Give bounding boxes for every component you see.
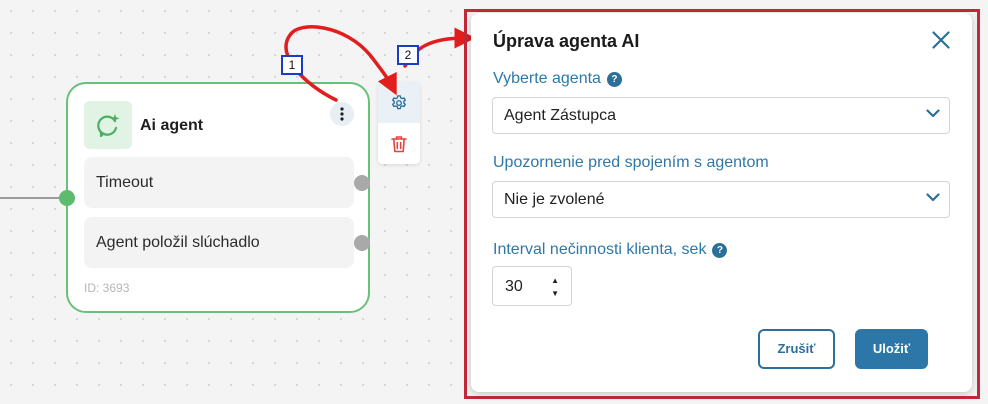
help-icon[interactable]: ? (712, 242, 728, 258)
node-toolbar (378, 82, 420, 164)
panel-title: Úprava agenta AI (493, 31, 640, 51)
annotation-badge-1: 1 (281, 55, 303, 75)
notify-select-value: Nie je zvolené (504, 191, 605, 208)
interval-field-label: Interval nečinnosti klienta, sek ? (493, 241, 728, 259)
save-button[interactable]: Uložiť (855, 329, 928, 369)
outlet-agent-hung-up: Agent položil slúchadlo (84, 217, 370, 268)
agent-select-value: Agent Zástupca (504, 107, 617, 124)
notify-label-text: Upozornenie pred spojením s agentom (493, 154, 769, 171)
agent-select[interactable]: Agent Zástupca (492, 97, 950, 134)
interval-label-text: Interval nečinnosti klienta, sek (493, 241, 707, 258)
ai-agent-node[interactable]: Ai agent Timeout Agent položil slúchadlo… (66, 82, 370, 313)
outlet-timeout: Timeout (84, 157, 370, 208)
ai-agent-icon (84, 101, 132, 149)
stepper-arrows-icon[interactable]: ▲ ▼ (551, 274, 559, 300)
annotation-badge-2: 2 (397, 45, 419, 65)
trash-icon[interactable] (378, 123, 420, 164)
agent-field-label: Vyberte agenta ? (493, 70, 622, 88)
interval-value: 30 (505, 278, 523, 295)
more-vertical-icon[interactable] (330, 102, 354, 126)
input-port[interactable] (59, 190, 75, 206)
outlet-label: Agent položil slúchadlo (96, 234, 260, 251)
cancel-button[interactable]: Zrušiť (758, 329, 835, 369)
interval-stepper[interactable]: 30 ▲ ▼ (492, 266, 572, 306)
notify-select[interactable]: Nie je zvolené (492, 181, 950, 218)
outlet-label: Timeout (96, 174, 154, 191)
node-id: ID: 3693 (84, 281, 130, 295)
chevron-down-icon (926, 193, 940, 202)
incoming-connection-line (0, 197, 62, 199)
help-icon[interactable]: ? (606, 71, 622, 87)
outlet-port[interactable] (354, 235, 370, 251)
notify-field-label: Upozornenie pred spojením s agentom (493, 154, 769, 172)
agent-label-text: Vyberte agenta (493, 70, 601, 87)
edit-agent-panel: Úprava agenta AI Vyberte agenta ? Agent … (471, 13, 972, 392)
close-icon[interactable] (928, 27, 954, 53)
gear-icon[interactable] (378, 82, 420, 123)
chevron-down-icon (926, 109, 940, 118)
node-title: Ai agent (140, 117, 204, 134)
outlet-port[interactable] (354, 175, 370, 191)
